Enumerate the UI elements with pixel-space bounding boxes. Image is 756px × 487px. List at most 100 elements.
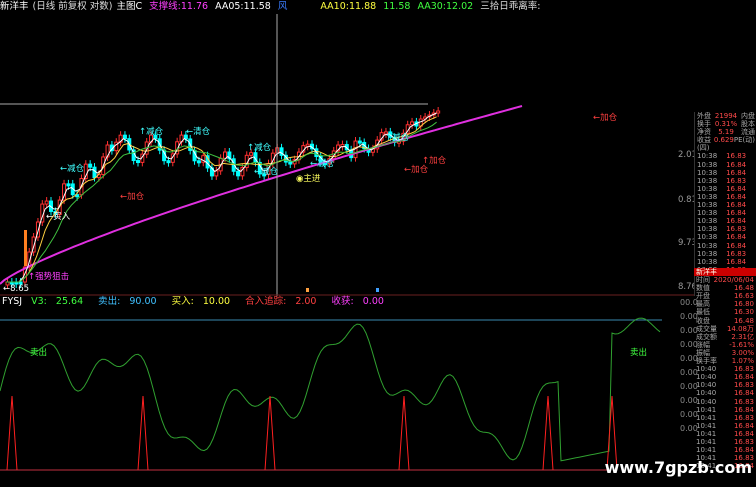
indicator-axis-label: 0.00 xyxy=(680,396,698,405)
quote-cell: 16.83 xyxy=(726,249,747,258)
quote-cell: 16.84 xyxy=(733,389,754,398)
quote-row: 10:41 16.84 xyxy=(694,430,756,438)
quote-cell: 10:38 xyxy=(697,209,718,218)
quote-cell: 16.84 xyxy=(733,429,754,438)
quote-cell: 2020/06/04 xyxy=(713,276,754,285)
quote-cell: 0.31% xyxy=(714,120,738,129)
quote-row: 成交额 2.31亿 xyxy=(694,333,756,341)
quote-row: 10:38 16.83 xyxy=(695,152,756,160)
annotation-reduce: ←减仓 xyxy=(310,159,335,169)
deviation-label: 三拾日乖离率: xyxy=(480,1,541,12)
annotation-reduce: ↑减仓 xyxy=(247,143,272,153)
quote-row: 收益(四) 0.629 PE(动) xyxy=(695,136,756,152)
candle-body-highlight xyxy=(24,230,27,266)
gain-spike xyxy=(542,395,554,471)
annotation-buy: ←买入 xyxy=(46,212,71,222)
indicator-sell-tag: 卖出 xyxy=(630,348,648,358)
quote-row: 最低 16.30 xyxy=(694,308,756,316)
candle-body xyxy=(166,160,171,164)
quote-cell: 时间 xyxy=(696,276,710,285)
indicator-axis-label: 0.00 xyxy=(680,368,698,377)
indicator-axis-label: 0.00 xyxy=(680,326,698,335)
quote-cell: 16.84 xyxy=(726,160,747,169)
quote-cell: 10:38 xyxy=(697,249,718,258)
quote-cell: 16.83 xyxy=(733,397,754,406)
quote-cell: 16.84 xyxy=(726,168,747,177)
quote-cell: 最低 xyxy=(696,308,710,317)
annotation-reduce: ←减仓 xyxy=(254,167,279,177)
quote-row: 10:38 16.84 xyxy=(695,258,756,266)
watermark: www.7gpzb.com xyxy=(604,458,752,477)
quote-cell: 2.31亿 xyxy=(731,332,754,341)
quote-row: 10:38 16.84 xyxy=(695,161,756,169)
support-value: 11.76 xyxy=(180,1,209,12)
candle-body xyxy=(122,134,127,140)
quote-cell: 16.83 xyxy=(726,225,747,234)
low-price-label: ←8.65 xyxy=(3,284,30,294)
chart-header: 新洋丰 (日线 前复权 对数) 主图C 支撑线:11.76 AA05:11.58 风… xyxy=(0,0,756,14)
indicator-chart[interactable] xyxy=(0,296,694,487)
chart-label[interactable]: 主图C xyxy=(116,1,142,12)
gain-spike xyxy=(137,395,149,471)
quote-cell: 10:41 xyxy=(696,421,717,430)
aa30-label: AA30: xyxy=(417,1,447,12)
annotation-reduce: ↑减仓 xyxy=(139,127,164,137)
quote-cell: 5.19 xyxy=(718,128,734,137)
candle-body xyxy=(357,140,362,144)
candle-body xyxy=(92,166,97,179)
quote-cell: 涨幅 xyxy=(696,340,710,349)
quote-row: 10:38 16.83 xyxy=(695,250,756,258)
quote-cell: 16.83 xyxy=(733,437,754,446)
candle-body xyxy=(44,200,49,205)
ma-aa10-line xyxy=(6,116,437,283)
period-label[interactable]: (日线 前复权 对数) xyxy=(33,1,113,12)
quote-cell: 10:40 xyxy=(696,373,717,382)
quote-row: 10:38 16.84 xyxy=(695,193,756,201)
quote-row: 换手率 1.07% xyxy=(694,357,756,365)
quote-cell: 10:38 xyxy=(697,225,718,234)
candle-body xyxy=(88,163,93,168)
gain-spikes xyxy=(6,395,618,471)
ma-aa05-line xyxy=(6,112,437,283)
annotation-add: ←加仓 xyxy=(120,192,145,202)
quote-row: 外盘 21994 内盘 xyxy=(695,112,756,120)
quote-cell: 16.48 xyxy=(733,316,754,325)
quote-cell: 10:38 xyxy=(697,192,718,201)
quote-cell: PE(动) xyxy=(733,136,755,145)
candle-body xyxy=(196,160,201,164)
quote-cell: 1.07% xyxy=(731,357,754,366)
indicator-axis-label: 0.00 xyxy=(680,410,698,419)
quote-cell: 10:38 xyxy=(697,184,718,193)
quote-row: 10:38 16.84 xyxy=(695,201,756,209)
quote-row: 10:41 16.84 xyxy=(694,406,756,414)
quote-cell: 内盘 xyxy=(741,112,755,120)
gain-spike xyxy=(6,395,18,471)
candle-body xyxy=(236,170,241,177)
quote-cell: 10:40 xyxy=(696,365,717,374)
quote-cell: -1.61% xyxy=(729,340,754,349)
quote-cell: 16.84 xyxy=(733,421,754,430)
gain-spike xyxy=(264,395,276,471)
quote-cell: 3.00% xyxy=(731,348,754,357)
quote-cell: 10:38 xyxy=(697,176,718,185)
aa05-value: 11.58 xyxy=(243,1,271,12)
candlestick-chart[interactable] xyxy=(0,14,694,296)
quote-cell: 16.80 xyxy=(733,300,754,309)
annotation-reduce: ←减仓 xyxy=(60,164,85,174)
candle-body xyxy=(66,183,71,187)
volume-marker xyxy=(306,288,309,292)
quote-cell: 14.08万 xyxy=(726,324,754,333)
quote-cell: 换手 xyxy=(697,120,711,129)
candle-body xyxy=(249,152,254,156)
indicator-axis-label: 0.00 xyxy=(680,424,698,433)
quote-cell: 10:38 xyxy=(697,152,718,161)
quote-cell: 16.84 xyxy=(733,373,754,382)
quote-cell: 16.84 xyxy=(733,405,754,414)
aa10-label: AA10: xyxy=(320,1,349,12)
quote-cell: 16.84 xyxy=(726,201,747,210)
quote-cell: 16.84 xyxy=(726,209,747,218)
candle-body xyxy=(436,110,441,114)
indicator-axis-label: 0.00 xyxy=(680,312,698,321)
stock-name[interactable]: 新洋丰 xyxy=(0,1,29,12)
annotation-add: ↑加仓 xyxy=(422,156,447,166)
